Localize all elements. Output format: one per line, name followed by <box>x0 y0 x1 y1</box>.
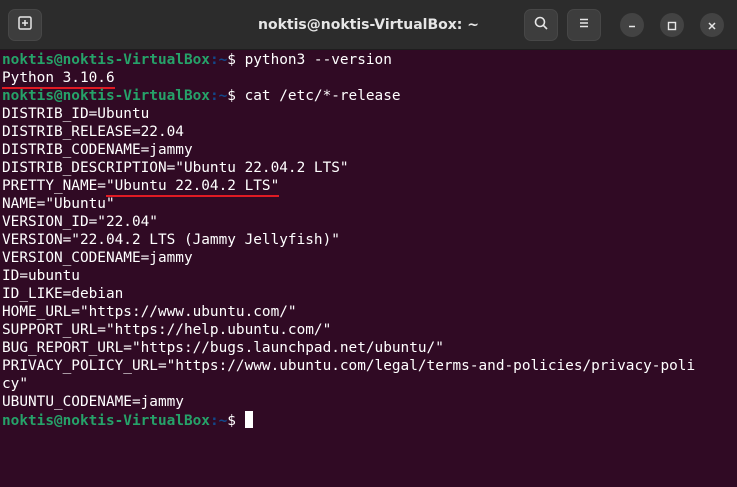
output-line: UBUNTU_CODENAME=jammy <box>2 394 184 410</box>
output-line: Python 3.10.6 <box>0 69 726 89</box>
prompt-symbol: $ <box>227 52 245 68</box>
output-line: PRIVACY_POLICY_URL="https://www.ubuntu.c… <box>2 358 696 374</box>
prompt-user-host: noktis@noktis-VirtualBox <box>2 88 210 104</box>
maximize-button[interactable] <box>660 13 684 37</box>
output-line: cy" <box>2 376 28 392</box>
maximize-icon <box>667 16 677 35</box>
output-line: DISTRIB_DESCRIPTION="Ubuntu 22.04.2 LTS" <box>2 160 349 176</box>
hamburger-menu-icon <box>576 15 592 35</box>
terminal-window: noktis@noktis-VirtualBox: ~ noktis@nokti… <box>0 0 737 487</box>
prompt-user-host: noktis@noktis-VirtualBox <box>2 413 210 429</box>
output-line: SUPPORT_URL="https://help.ubuntu.com/" <box>2 322 332 338</box>
output-line: DISTRIB_RELEASE=22.04 <box>2 124 184 140</box>
prompt-line: noktis@noktis-VirtualBox:~$ <box>0 411 726 429</box>
prompt-line: noktis@noktis-VirtualBox:~$ python3 --ve… <box>0 51 726 69</box>
output-line: VERSION_ID="22.04" <box>2 214 158 230</box>
prompt-symbol: $ <box>227 413 245 429</box>
search-icon <box>533 15 549 35</box>
output-line: VERSION="22.04.2 LTS (Jammy Jellyfish)" <box>2 232 340 248</box>
output-line: ID=ubuntu <box>2 268 80 284</box>
prompt-path: :~ <box>209 52 228 68</box>
close-button[interactable] <box>700 13 724 37</box>
command-text: cat /etc/*-release <box>244 88 401 104</box>
menu-button[interactable] <box>567 9 601 41</box>
scrollbar[interactable] <box>726 51 737 487</box>
prompt-user-host: noktis@noktis-VirtualBox <box>2 52 210 68</box>
minimize-icon <box>627 16 637 35</box>
prompt-path: :~ <box>209 413 228 429</box>
output-line: DISTRIB_CODENAME=jammy <box>2 142 193 158</box>
terminal-output[interactable]: noktis@noktis-VirtualBox:~$ python3 --ve… <box>0 51 726 487</box>
prompt-line: noktis@noktis-VirtualBox:~$ cat /etc/*-r… <box>0 87 726 105</box>
prompt-symbol: $ <box>227 88 245 104</box>
output-line: PRETTY_NAME="Ubuntu 22.04.2 LTS" <box>0 177 726 197</box>
prompt-path: :~ <box>209 88 228 104</box>
output-line: BUG_REPORT_URL="https://bugs.launchpad.n… <box>2 340 444 356</box>
output-line: DISTRIB_ID=Ubuntu <box>2 106 150 122</box>
pretty-name-key: PRETTY_NAME= <box>2 178 106 194</box>
output-line: VERSION_CODENAME=jammy <box>2 250 193 266</box>
output-line: HOME_URL="https://www.ubuntu.com/" <box>2 304 297 320</box>
title-bar: noktis@noktis-VirtualBox: ~ <box>0 0 737 50</box>
close-icon <box>707 16 717 35</box>
command-text: python3 --version <box>244 52 392 68</box>
output-line: NAME="Ubuntu" <box>2 196 115 212</box>
search-button[interactable] <box>524 9 558 41</box>
minimize-button[interactable] <box>620 13 644 37</box>
text-cursor <box>244 411 253 428</box>
output-line: ID_LIKE=debian <box>2 286 124 302</box>
